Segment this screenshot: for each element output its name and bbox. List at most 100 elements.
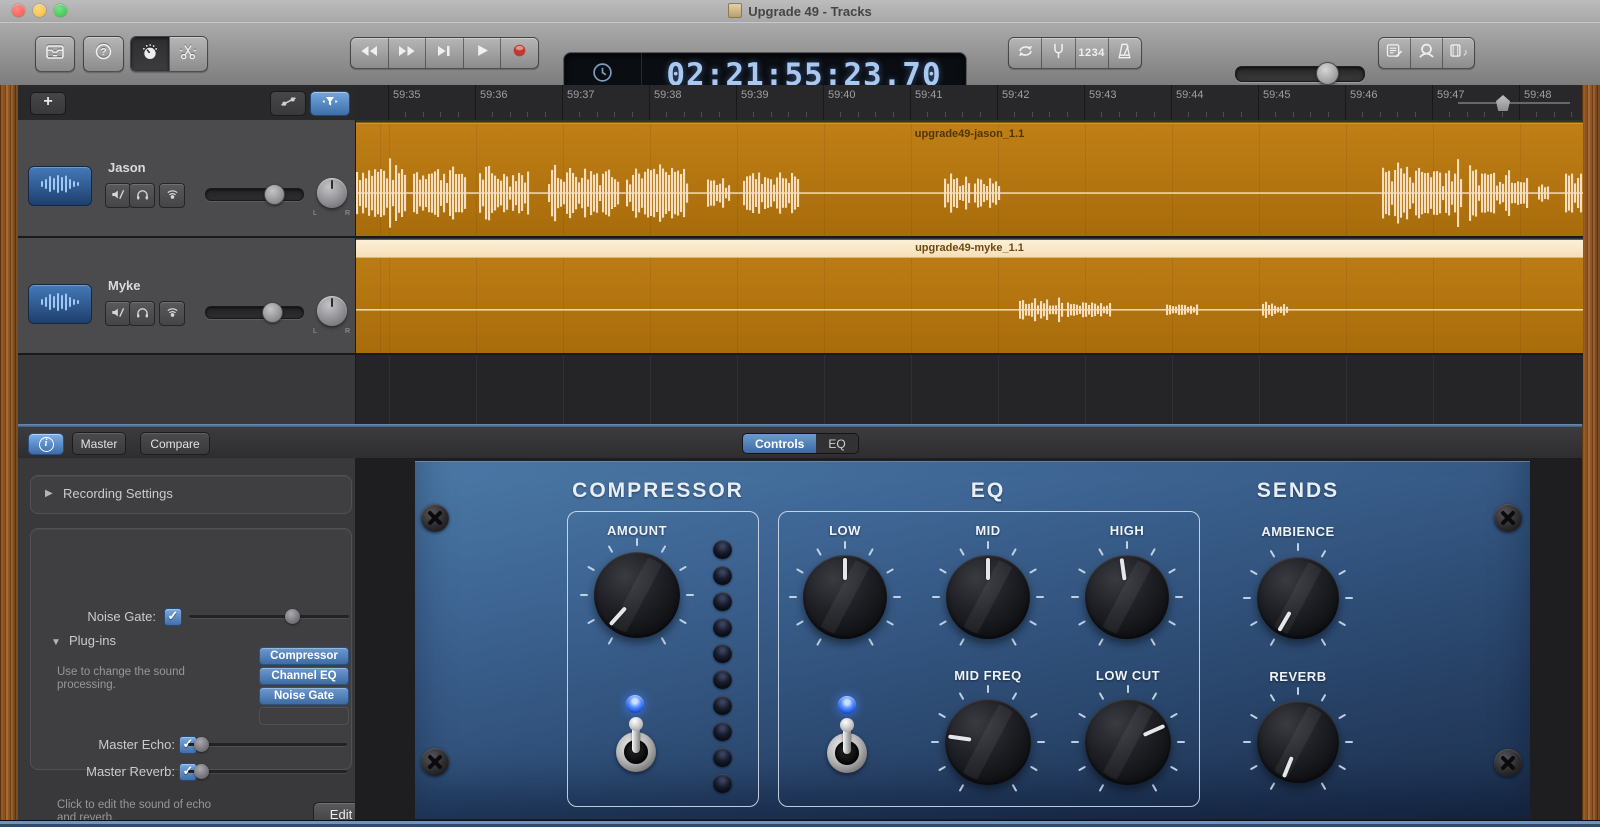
play-button[interactable]: [463, 38, 501, 68]
mute-icon: [111, 187, 125, 205]
ruler-gridline: [736, 85, 737, 120]
catch-playhead-button[interactable]: [310, 91, 350, 116]
tab-eq[interactable]: EQ: [816, 434, 857, 453]
add-track-button[interactable]: +: [30, 92, 66, 115]
metronome-button[interactable]: [1108, 38, 1141, 68]
tab-controls[interactable]: Controls: [743, 434, 816, 453]
horizontal-zoom-slider[interactable]: [1458, 93, 1570, 113]
eq-mid-knob[interactable]: [946, 555, 1030, 639]
recording-settings-group[interactable]: ▶ Recording Settings: [30, 475, 352, 514]
compressor-amount-knob[interactable]: [594, 552, 680, 638]
sends-ambience-knob[interactable]: [1257, 557, 1339, 639]
ruler-gridline: [1084, 85, 1085, 120]
track-name[interactable]: Myke: [108, 278, 141, 293]
empty-plugin-slot[interactable]: [259, 707, 349, 725]
region-name: upgrade49-jason_1.1: [356, 128, 1583, 140]
editors-button[interactable]: [169, 37, 208, 71]
mute-button[interactable]: [105, 183, 131, 208]
input-monitoring-button[interactable]: [159, 301, 185, 326]
track-volume-slider[interactable]: [205, 188, 304, 201]
fast-forward-button[interactable]: [388, 38, 426, 68]
plugin-button-compressor[interactable]: Compressor: [259, 647, 349, 665]
svg-text:♪: ♪: [1463, 48, 1467, 58]
transport-controls: [350, 37, 539, 69]
input-monitoring-button[interactable]: [159, 183, 185, 208]
eq-low-knob[interactable]: [803, 555, 887, 639]
tuner-button[interactable]: [1041, 38, 1074, 68]
pan-knob[interactable]: [317, 178, 347, 208]
help-icon: ?: [95, 43, 112, 65]
track-header-jason[interactable]: Jason L R: [18, 120, 355, 238]
noise-gate-checkbox[interactable]: [164, 608, 182, 626]
master-button[interactable]: Master: [72, 432, 126, 455]
ruler-gridline: [823, 85, 824, 120]
eq-mid-freq-knob[interactable]: [945, 699, 1031, 785]
compressor-power-switch[interactable]: [613, 716, 659, 774]
disclosure-triangle-icon[interactable]: ▶: [45, 488, 53, 499]
time-ruler[interactable]: 59:3559:3659:3759:3859:3959:4059:4159:42…: [355, 85, 1582, 121]
track-volume-slider[interactable]: [205, 306, 304, 319]
eq-power-switch[interactable]: [824, 717, 870, 775]
smart-controls-button[interactable]: [131, 37, 169, 71]
recording-settings-label: Recording Settings: [63, 486, 173, 501]
region-header-band: upgrade49-myke_1.1: [356, 240, 1583, 258]
section-title-eq: EQ: [898, 479, 1078, 503]
zoom-slider-thumb[interactable]: [1496, 95, 1510, 111]
ruler-time-label: 59:45: [1263, 89, 1291, 101]
panel-screw: [1494, 749, 1522, 777]
compressor-power-led: [626, 695, 644, 713]
media-browser-button[interactable]: ♪: [1442, 38, 1474, 68]
master-volume-thumb[interactable]: [1316, 62, 1339, 85]
gain-reduction-led-meter: [713, 540, 732, 793]
inspector-button[interactable]: i: [28, 433, 64, 455]
library-button[interactable]: [35, 36, 75, 72]
track-lane-myke: upgrade49-myke_1.1: [355, 238, 1583, 355]
amount-label: AMOUNT: [567, 523, 707, 538]
solo-button[interactable]: [129, 183, 155, 208]
audio-region-jason[interactable]: upgrade49-jason_1.1: [356, 122, 1583, 236]
skip-to-end-button[interactable]: [425, 38, 463, 68]
sends-reverb-knob[interactable]: [1257, 701, 1339, 783]
automation-icon: [279, 95, 298, 113]
solo-button[interactable]: [129, 301, 155, 326]
panel-screw: [1494, 504, 1522, 532]
master-reverb-thumb[interactable]: [194, 764, 209, 779]
wood-rail-right: [1582, 85, 1600, 820]
quick-help-button[interactable]: ?: [83, 36, 124, 72]
track-header-myke[interactable]: Myke L R: [18, 238, 355, 355]
section-title-compressor: COMPRESSOR: [528, 479, 788, 503]
master-echo-thumb[interactable]: [194, 737, 209, 752]
master-echo-label: Master Echo:: [53, 737, 175, 752]
noise-gate-thumb[interactable]: [285, 609, 300, 624]
notepad-button[interactable]: [1379, 38, 1410, 68]
loop-browser-button[interactable]: [1410, 38, 1442, 68]
low-label: LOW: [775, 523, 915, 538]
mute-button[interactable]: [105, 301, 131, 326]
rewind-button[interactable]: [351, 38, 388, 68]
plugin-button-noise-gate[interactable]: Noise Gate: [259, 687, 349, 705]
empty-track-header-area: [18, 355, 355, 424]
audio-region-myke[interactable]: upgrade49-myke_1.1: [356, 239, 1583, 353]
automation-button[interactable]: [270, 91, 306, 116]
compare-button[interactable]: Compare: [140, 432, 210, 455]
cycle-button[interactable]: [1009, 38, 1041, 68]
eq-high-knob[interactable]: [1085, 555, 1169, 639]
title-bar: Upgrade 49 - Tracks: [0, 0, 1600, 23]
toolbar: ? 02:21:55:23.70 1234 ♪: [0, 22, 1600, 86]
reverb-label: REVERB: [1228, 669, 1368, 684]
ruler-gridline: [475, 85, 476, 120]
plugin-button-channel-eq[interactable]: Channel EQ: [259, 667, 349, 685]
record-button[interactable]: [500, 38, 538, 68]
track-name[interactable]: Jason: [108, 160, 146, 175]
master-volume-slider[interactable]: [1235, 66, 1365, 82]
document-icon: [728, 3, 742, 18]
count-in-button[interactable]: 1234: [1075, 38, 1108, 68]
ruler-time-label: 59:43: [1089, 89, 1117, 101]
info-icon: i: [39, 437, 54, 452]
eq-low-cut-knob[interactable]: [1085, 699, 1171, 785]
cycle-icon: [1016, 44, 1035, 63]
knob-pointer: [843, 555, 847, 597]
plugins-disclosure-icon[interactable]: ▼: [51, 637, 61, 648]
pan-knob[interactable]: [317, 296, 347, 326]
meter-led: [713, 618, 732, 637]
